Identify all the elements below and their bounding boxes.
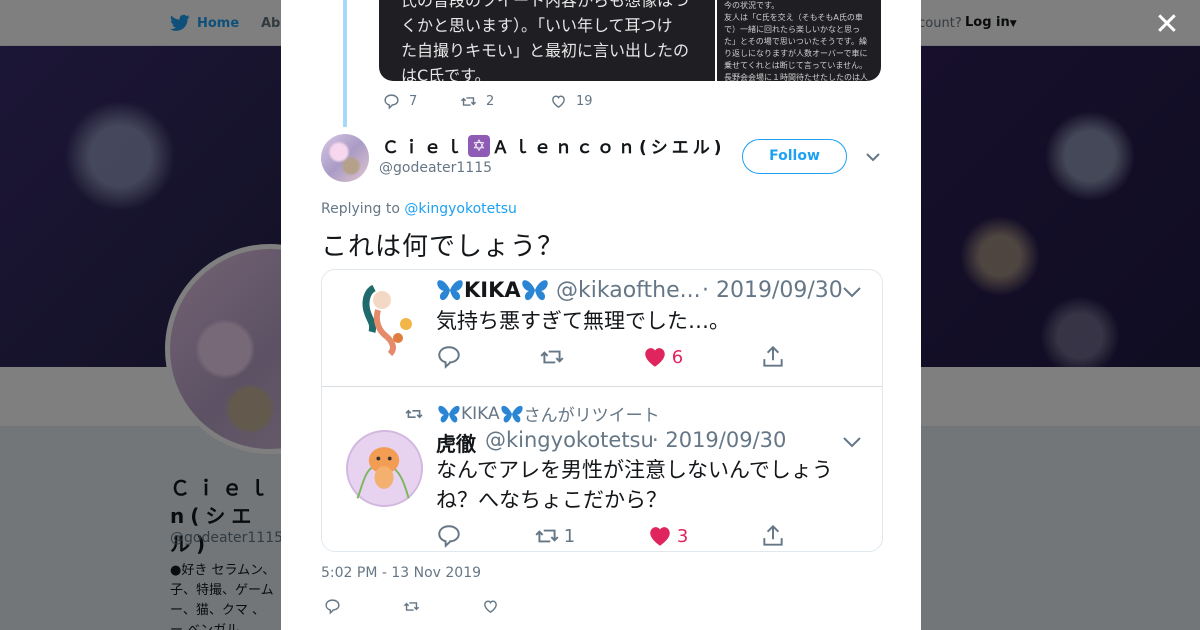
like-button[interactable]: 19 [550,93,593,110]
embedded-tweet2-handle: @kingyokotetsu [485,428,654,452]
tweet-modal: 氏の普段のツイート内容からも想像はつ くかと思います）。「いい年して耳つけ た自… [281,0,921,630]
retweeted-by-name: KIKA [461,403,500,424]
like-action: 6 [642,344,683,370]
retweet-icon [460,97,477,106]
reply-button[interactable]: 7 [383,93,460,110]
share-icon [763,345,783,367]
embedded-tweet1-handle: @kikaofthe... [556,278,701,303]
embedded-tweet1-date: · 2019/09/30 [702,278,843,303]
retweet-icon [540,350,564,364]
retweeted-by-suffix: さんがリツイート [523,406,660,426]
replying-handle-link[interactable]: @kingyokotetsu [404,201,517,217]
follow-button[interactable]: Follow [742,139,847,174]
goldfish-icon [356,447,410,499]
retweet-icon [405,409,423,418]
butterfly-icon [501,405,523,422]
thread-connector [343,0,347,127]
reply-icon [384,94,399,110]
replying-to: Replying to @kingyokotetsu [321,201,517,217]
author-name-part1: Ｃｉｅｌ [382,138,466,158]
heart-filled-icon [644,348,665,367]
media-small-line: 長野会会場に１時間待たせたしたのは人 [724,73,868,81]
tweet-text: これは何でしょう？ [321,232,565,262]
like-count: 19 [576,94,593,109]
reply-action [436,344,462,370]
media-small-line: 友人は「C氏を交え（そもそもA氏の車 [724,13,863,22]
media-text-line: くかと思います）。「いい年して耳つけ [401,16,673,35]
retweet-icon [535,529,559,543]
chevron-down-icon[interactable] [865,150,881,164]
media-text-line: た自撮りキモい」と最初に言い出したの [401,41,690,60]
embedded-tweet2-actions: 1 3 [436,523,786,549]
embedded-tweet2-text-line: なんでアレを男性が注意しないんでしょう [436,458,833,482]
tweet-timestamp[interactable]: 5:02 PM - 13 Nov 2019 [321,565,481,581]
embedded-tweet2-text-line: ね？へなちょこだから？ [436,488,667,512]
tweet-image[interactable]: KIKA @kikaofthe... · 2019/09/30 気持ち悪すぎて無… [321,269,883,552]
embedded-tweet1-name-text: KIKA [464,278,521,302]
butterfly-icon [438,405,460,422]
reply-icon [438,346,460,369]
author-avatar[interactable] [321,134,369,182]
like-action: 3 [647,523,688,549]
media-text-line: 氏の普段のツイート内容からも想像はつ [401,0,690,10]
embedded-tweet2-retweet-count: 1 [563,525,576,547]
reply-action [436,523,462,549]
retweet-button[interactable]: 2 [460,93,550,110]
share-icon [763,524,783,546]
embedded-tweet2-like-count: 3 [676,525,689,547]
previous-tweet-actions: 7 2 19 [383,93,593,110]
embedded-tweet2-date: · 2019/09/30 [652,428,787,452]
media-image-right: 今の状況です。 友人は「C氏を交え（そもそもA氏の車 で）一緒に回れたら楽しいか… [719,0,881,81]
author-name-part2: Ａｌｅｎｃｏｎ(シエル) [492,138,726,158]
chevron-down-icon [843,287,861,298]
goldfish-avatar [346,430,423,507]
star-of-david-icon: ✡ [468,134,490,157]
embedded-tweet2-text: なんでアレを男性が注意しないんでしょう ね？へなちょこだから？ [436,455,856,515]
retweet-action [539,344,565,370]
retweeted-by-line: KIKA さんがリツイート [404,401,660,426]
media-small-line: 今の状況です。 [724,1,780,10]
media-small-line: で）一緒に回れたら楽しいかなと思っ [724,25,860,34]
share-action [760,523,786,549]
retweet-action: 1 [534,523,575,549]
heart-icon[interactable] [482,598,499,615]
media-small-line: り返しになりますが人数オーバーで車に [724,49,868,58]
tweet-actions [324,598,561,615]
previous-tweet-media[interactable]: 氏の普段のツイート内容からも想像はつ くかと思います）。「いい年して耳つけ た自… [379,0,881,81]
media-small-line: た」とその場で思いついたそうです。繰 [724,37,867,46]
retweet-icon[interactable] [403,598,420,615]
embedded-tweet1-like-count: 6 [671,346,684,368]
media-divider [715,0,717,81]
author-handle[interactable]: @godeater1115 [379,160,492,176]
embedded-tweet1-name: KIKA [436,278,549,302]
heart-icon [552,95,565,109]
chevron-down-icon [843,437,861,448]
media-text-line: はC氏です。 [401,66,491,81]
butterfly-icon [521,280,548,301]
reply-icon [438,525,460,548]
embedded-separator [322,386,882,387]
heart-filled-icon [650,527,670,546]
share-action [760,344,786,370]
reply-icon[interactable] [324,598,341,615]
embedded-tweet2-name: 虎徹 [436,432,476,456]
replying-prefix: Replying to [321,201,405,217]
mermaid-avatar [362,284,412,357]
embedded-tweet1-actions: 6 [436,344,786,370]
embedded-tweet1-text: 気持ち悪すぎて無理でした…。 [436,309,730,333]
retweet-count: 2 [486,94,495,109]
media-image-left: 氏の普段のツイート内容からも想像はつ くかと思います）。「いい年して耳つけ た自… [379,0,715,81]
author-name[interactable]: Ｃｉｅｌ ✡ Ａｌｅｎｃｏｎ(シエル) [382,133,726,158]
butterfly-icon [437,280,463,301]
close-icon[interactable]: ✕ [1152,10,1182,40]
reply-count: 7 [409,94,418,109]
media-small-line: 乗せてくれとは断じて言っていません。 [724,61,868,70]
